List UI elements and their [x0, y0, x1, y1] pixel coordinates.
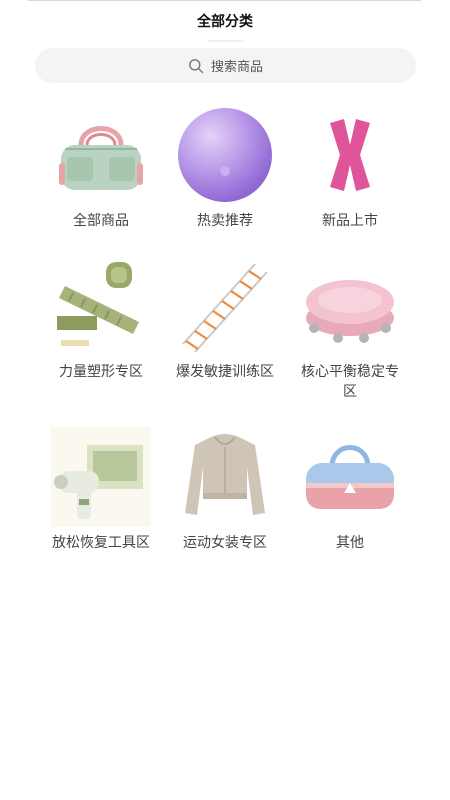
agility-ladder-icon	[182, 263, 268, 353]
category-label: 新品上市	[322, 213, 378, 229]
category-core-balance[interactable]: 核心平衡稳定专区	[287, 256, 413, 402]
balance-board-pink-icon	[306, 280, 394, 343]
category-agility[interactable]: 爆发敏捷训练区	[162, 256, 288, 382]
page-header: 全部分类	[0, 0, 450, 46]
category-hot-recommend[interactable]: 热卖推荐	[162, 105, 288, 231]
yoga-ball-purple-icon	[178, 108, 272, 202]
category-label: 放松恢复工具区	[52, 535, 150, 551]
category-strength[interactable]: 力量塑形专区	[38, 256, 164, 382]
cropped-hoodie-icon	[185, 434, 265, 515]
category-label: 力量塑形专区	[59, 364, 143, 380]
ankle-weights-green-icon	[57, 262, 139, 346]
category-label: 核心平衡稳定专区	[301, 364, 399, 400]
category-all-products[interactable]: 全部商品	[38, 105, 164, 231]
search-bar[interactable]: 搜索商品	[35, 48, 416, 83]
category-label: 全部商品	[73, 213, 129, 229]
title-underline	[208, 40, 244, 42]
page-title: 全部分类	[197, 14, 253, 30]
search-placeholder: 搜索商品	[210, 60, 263, 75]
gym-bag-blue-pink-icon	[306, 445, 394, 509]
category-label: 其他	[336, 535, 364, 551]
category-recovery[interactable]: 放松恢复工具区	[38, 427, 164, 553]
category-label: 爆发敏捷训练区	[176, 364, 274, 380]
category-new-arrivals[interactable]: 新品上市	[287, 105, 413, 231]
category-label: 热卖推荐	[197, 213, 253, 229]
search-icon	[189, 58, 204, 73]
category-label: 运动女装专区	[183, 535, 267, 551]
category-other[interactable]: 其他	[287, 427, 413, 553]
kinesiology-tape-pink-icon	[330, 119, 370, 191]
category-womens-wear[interactable]: 运动女装专区	[162, 427, 288, 553]
duffel-bag-green-icon	[59, 126, 143, 190]
massage-gun-icon	[51, 427, 151, 527]
